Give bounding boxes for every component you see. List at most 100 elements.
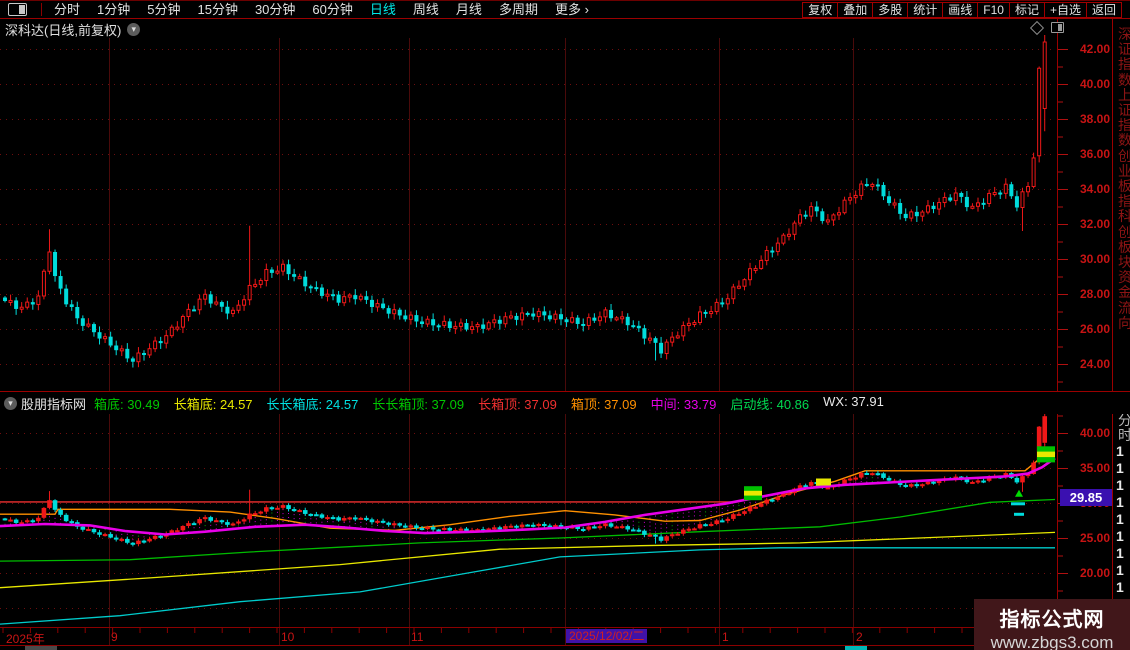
candle-body-up <box>854 195 857 197</box>
candle-body-down <box>720 302 724 304</box>
toolbar-action-5[interactable]: 画线 <box>942 2 978 18</box>
toolbar-action-2[interactable]: 叠加 <box>837 2 873 18</box>
candle-body-down <box>542 311 546 315</box>
panel-axis-label: 20.00 <box>1058 566 1110 580</box>
toolbar-action-9[interactable]: 返回 <box>1086 2 1122 18</box>
candle-body-down <box>904 214 908 218</box>
clipped-quote-panel-strip[interactable]: 深证指数上证指数创业板指科创板块资金流向自分时1111111111 <box>1113 19 1130 650</box>
period-tab-4[interactable]: 15分钟 <box>197 1 237 18</box>
candlestick-chart-area[interactable] <box>0 0 1130 650</box>
panel-candle-body <box>714 520 719 524</box>
candle-body-up <box>871 184 874 186</box>
clipped-glyph: 金 <box>1118 285 1130 300</box>
panel-toggle-icon[interactable] <box>8 3 27 16</box>
indicator-source-name[interactable]: 股朋指标网 <box>21 394 86 413</box>
panel-candle-body <box>909 484 914 486</box>
panel-candle-body <box>431 527 436 529</box>
period-tab-10[interactable]: 多周期 <box>499 1 538 18</box>
period-tab-3[interactable]: 5分钟 <box>147 1 180 18</box>
chevron-down-icon[interactable]: ▾ <box>4 397 17 410</box>
panel-candle-body <box>392 523 397 525</box>
panel-candle-body <box>3 518 8 520</box>
panel-candle-body <box>903 485 908 487</box>
candle-body-up <box>554 314 557 319</box>
period-tab-7[interactable]: 日线 <box>370 1 396 18</box>
candle-body-up <box>198 299 201 310</box>
period-tab-8[interactable]: 周线 <box>413 1 439 18</box>
period-tab-1[interactable]: 分时 <box>54 1 80 18</box>
cyan-dash-marker <box>1014 513 1024 516</box>
panel-candle-body <box>81 527 86 530</box>
toolbar-actions: 复权叠加多股统计画线F10标记+自选返回 <box>803 2 1122 18</box>
candle-body-down <box>192 309 196 311</box>
candle-body-down <box>881 185 885 196</box>
period-tab-11[interactable]: 更多 › <box>555 1 589 18</box>
candle-body-down <box>414 315 418 321</box>
panel-candle-body <box>520 525 525 528</box>
candle-body-up <box>765 251 768 261</box>
panel-candle-body <box>448 528 453 531</box>
candle-body-down <box>92 324 96 332</box>
panel-candle-body <box>31 520 36 522</box>
panel-candle-body <box>336 517 341 520</box>
main-axis-label: 38.00 <box>1058 112 1110 126</box>
stock-app-window: 分时 1分钟 5分钟 15分钟 30分钟 60分钟 日线周线月线多周期更多 › 复权叠加多股… <box>0 0 1130 650</box>
period-tab-9[interactable]: 月线 <box>456 1 482 18</box>
toolbar-action-6[interactable]: F10 <box>977 2 1010 18</box>
chevron-down-icon[interactable]: ▾ <box>127 23 140 36</box>
panel-candle-body <box>926 482 931 485</box>
candle-body-down <box>420 321 424 324</box>
panel-candle-body <box>620 526 625 528</box>
panel-candle-body <box>114 538 119 540</box>
toolbar-action-8[interactable]: +自选 <box>1044 2 1087 18</box>
panel-candle-body <box>203 517 208 519</box>
candle-body-up <box>87 324 90 326</box>
candle-body-up <box>165 336 168 343</box>
panel-candle-body <box>642 531 647 535</box>
panel-candle-body <box>364 518 369 520</box>
split-pane-icon[interactable] <box>1051 22 1064 33</box>
period-tab-5[interactable]: 30分钟 <box>255 1 295 18</box>
period-tab-2[interactable]: 1分钟 <box>97 1 130 18</box>
toolbar-action-7[interactable]: 标记 <box>1009 2 1045 18</box>
toolbar-action-4[interactable]: 统计 <box>907 2 943 18</box>
clipped-number: 1 <box>1116 511 1124 527</box>
candle-body-up <box>793 223 796 234</box>
candle-body-up <box>48 252 51 271</box>
diamond-icon[interactable] <box>1030 20 1044 34</box>
toolbar-action-1[interactable]: 复权 <box>802 2 838 18</box>
candle-body-down <box>81 318 85 326</box>
clipped-glyph: 流 <box>1118 301 1130 316</box>
candle-body-up <box>971 206 974 208</box>
panel-candle-body <box>186 523 191 526</box>
candle-body-up <box>682 326 685 336</box>
panel-candle-body <box>131 543 136 545</box>
clipped-glyph: 块 <box>1118 255 1130 270</box>
toolbar-action-3[interactable]: 多股 <box>872 2 908 18</box>
panel-candle-body <box>8 520 13 522</box>
candle-body-up <box>298 277 301 279</box>
candle-body-down <box>353 295 357 299</box>
candle-body-up <box>231 310 234 313</box>
indicator-header-row: ▾ 股朋指标网 箱底: 30.49长箱底: 24.57长长箱底: 24.57长长… <box>0 391 1130 414</box>
panel-candle-body <box>703 524 708 526</box>
candle-body-up <box>276 271 279 273</box>
watermark-title: 指标公式网 <box>974 603 1130 632</box>
panel-candle-body <box>281 505 286 508</box>
panel-candle-body <box>397 523 402 525</box>
panel-candle-body <box>542 524 547 526</box>
candle-body-down <box>370 300 374 307</box>
toolbar-divider <box>41 3 42 16</box>
panel-candle-body <box>764 500 769 504</box>
period-tab-6[interactable]: 60分钟 <box>312 1 352 18</box>
long-box-bottom-line <box>0 532 1055 587</box>
time-axis-label: 11 <box>411 630 423 644</box>
candle-body-down <box>815 207 819 212</box>
candle-body-up <box>749 269 752 280</box>
candle-body-up <box>493 320 496 323</box>
candle-body-up <box>426 319 429 324</box>
panel-candle-body <box>270 507 275 509</box>
candle-body-up <box>676 336 679 338</box>
candle-body-up <box>187 309 190 316</box>
panel-candle-body <box>509 526 514 528</box>
